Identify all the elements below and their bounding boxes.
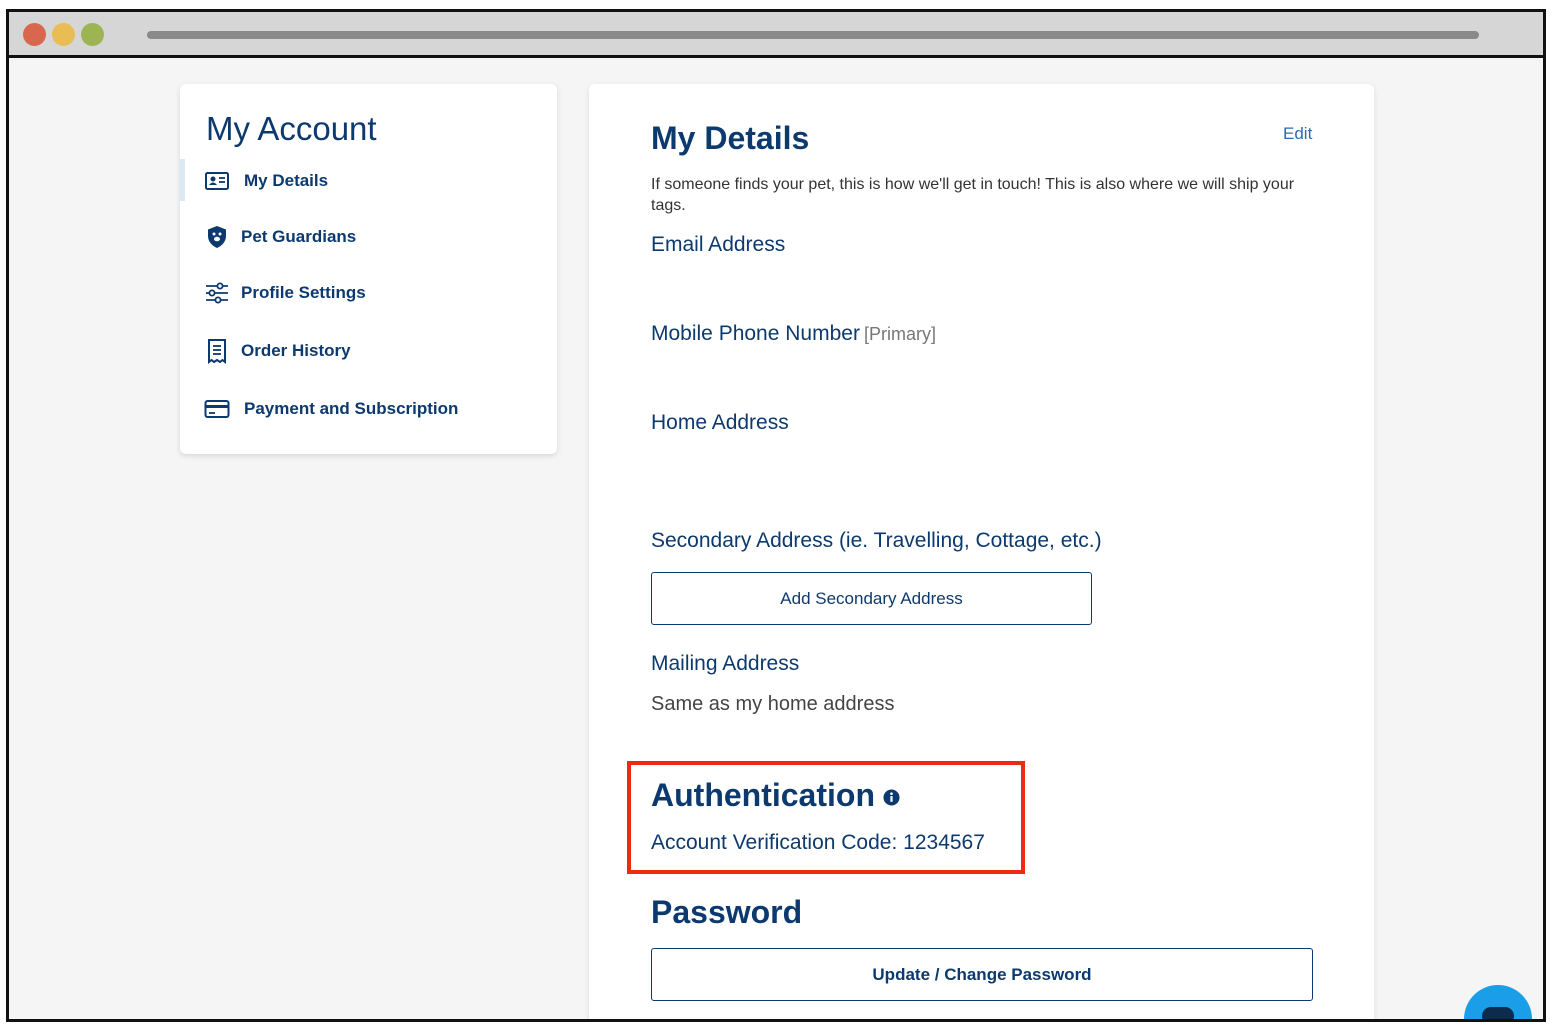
details-description: If someone finds your pet, this is how w… <box>651 176 1295 214</box>
sidebar-item-pet-guardians[interactable]: Pet Guardians <box>204 222 356 252</box>
id-card-icon <box>205 172 229 190</box>
mailing-address-label: Mailing Address <box>651 652 800 675</box>
phone-label: Mobile Phone Number [Primary] <box>651 322 936 346</box>
browser-window: My Account My Details Pet Guardians Prof… <box>6 9 1546 1022</box>
sidebar-item-label: Pet Guardians <box>241 227 357 246</box>
add-secondary-address-button[interactable]: Add Secondary Address <box>651 572 1092 625</box>
sidebar-item-payment-subscription[interactable]: Payment and Subscription <box>204 394 458 424</box>
mailing-address-value: Same as my home address <box>651 693 895 715</box>
title-bar <box>9 12 1543 58</box>
chat-button[interactable] <box>1464 985 1532 1019</box>
page-title: My Details <box>651 120 810 156</box>
shield-paw-icon <box>208 226 226 248</box>
verification-code: Account Verification Code: 1234567 <box>651 831 985 855</box>
credit-card-icon <box>204 400 230 418</box>
chat-bubble-icon <box>1482 1007 1514 1019</box>
maximize-window-button[interactable] <box>81 23 104 46</box>
sidebar-item-label: My Details <box>244 171 329 190</box>
sidebar-title: My Account <box>206 110 377 147</box>
details-card: My Details Edit If someone finds your pe… <box>589 84 1374 1019</box>
phone-label-text: Mobile Phone Number <box>651 322 860 345</box>
authentication-title: Authentication <box>651 777 900 814</box>
address-bar[interactable] <box>147 31 1479 39</box>
verification-code-label: Account Verification Code: <box>651 831 898 854</box>
email-label: Email Address <box>651 233 786 256</box>
update-password-button[interactable]: Update / Change Password <box>651 948 1313 1001</box>
sidebar-item-my-details[interactable]: My Details <box>204 166 328 196</box>
info-icon[interactable] <box>883 789 900 806</box>
home-address-label: Home Address <box>651 411 789 434</box>
verification-code-value: 1234567 <box>903 831 985 854</box>
receipt-icon <box>208 339 226 364</box>
sidebar-item-label: Order History <box>241 341 351 360</box>
secondary-address-label: Secondary Address (ie. Travelling, Cotta… <box>651 529 1102 552</box>
minimize-window-button[interactable] <box>52 23 75 46</box>
phone-primary-tag: [Primary] <box>863 324 936 344</box>
active-indicator <box>180 159 185 201</box>
sidebar-item-profile-settings[interactable]: Profile Settings <box>204 278 366 308</box>
password-title: Password <box>651 894 803 930</box>
page-content: My Account My Details Pet Guardians Prof… <box>9 61 1543 1019</box>
authentication-title-text: Authentication <box>651 777 875 813</box>
sidebar-item-label: Payment and Subscription <box>244 399 459 418</box>
sidebar-item-label: Profile Settings <box>241 283 366 302</box>
account-sidebar: My Account My Details Pet Guardians Prof… <box>180 84 557 454</box>
sliders-icon <box>206 282 228 304</box>
sidebar-item-order-history[interactable]: Order History <box>204 336 351 366</box>
edit-link[interactable]: Edit <box>1283 124 1312 144</box>
close-window-button[interactable] <box>23 23 46 46</box>
